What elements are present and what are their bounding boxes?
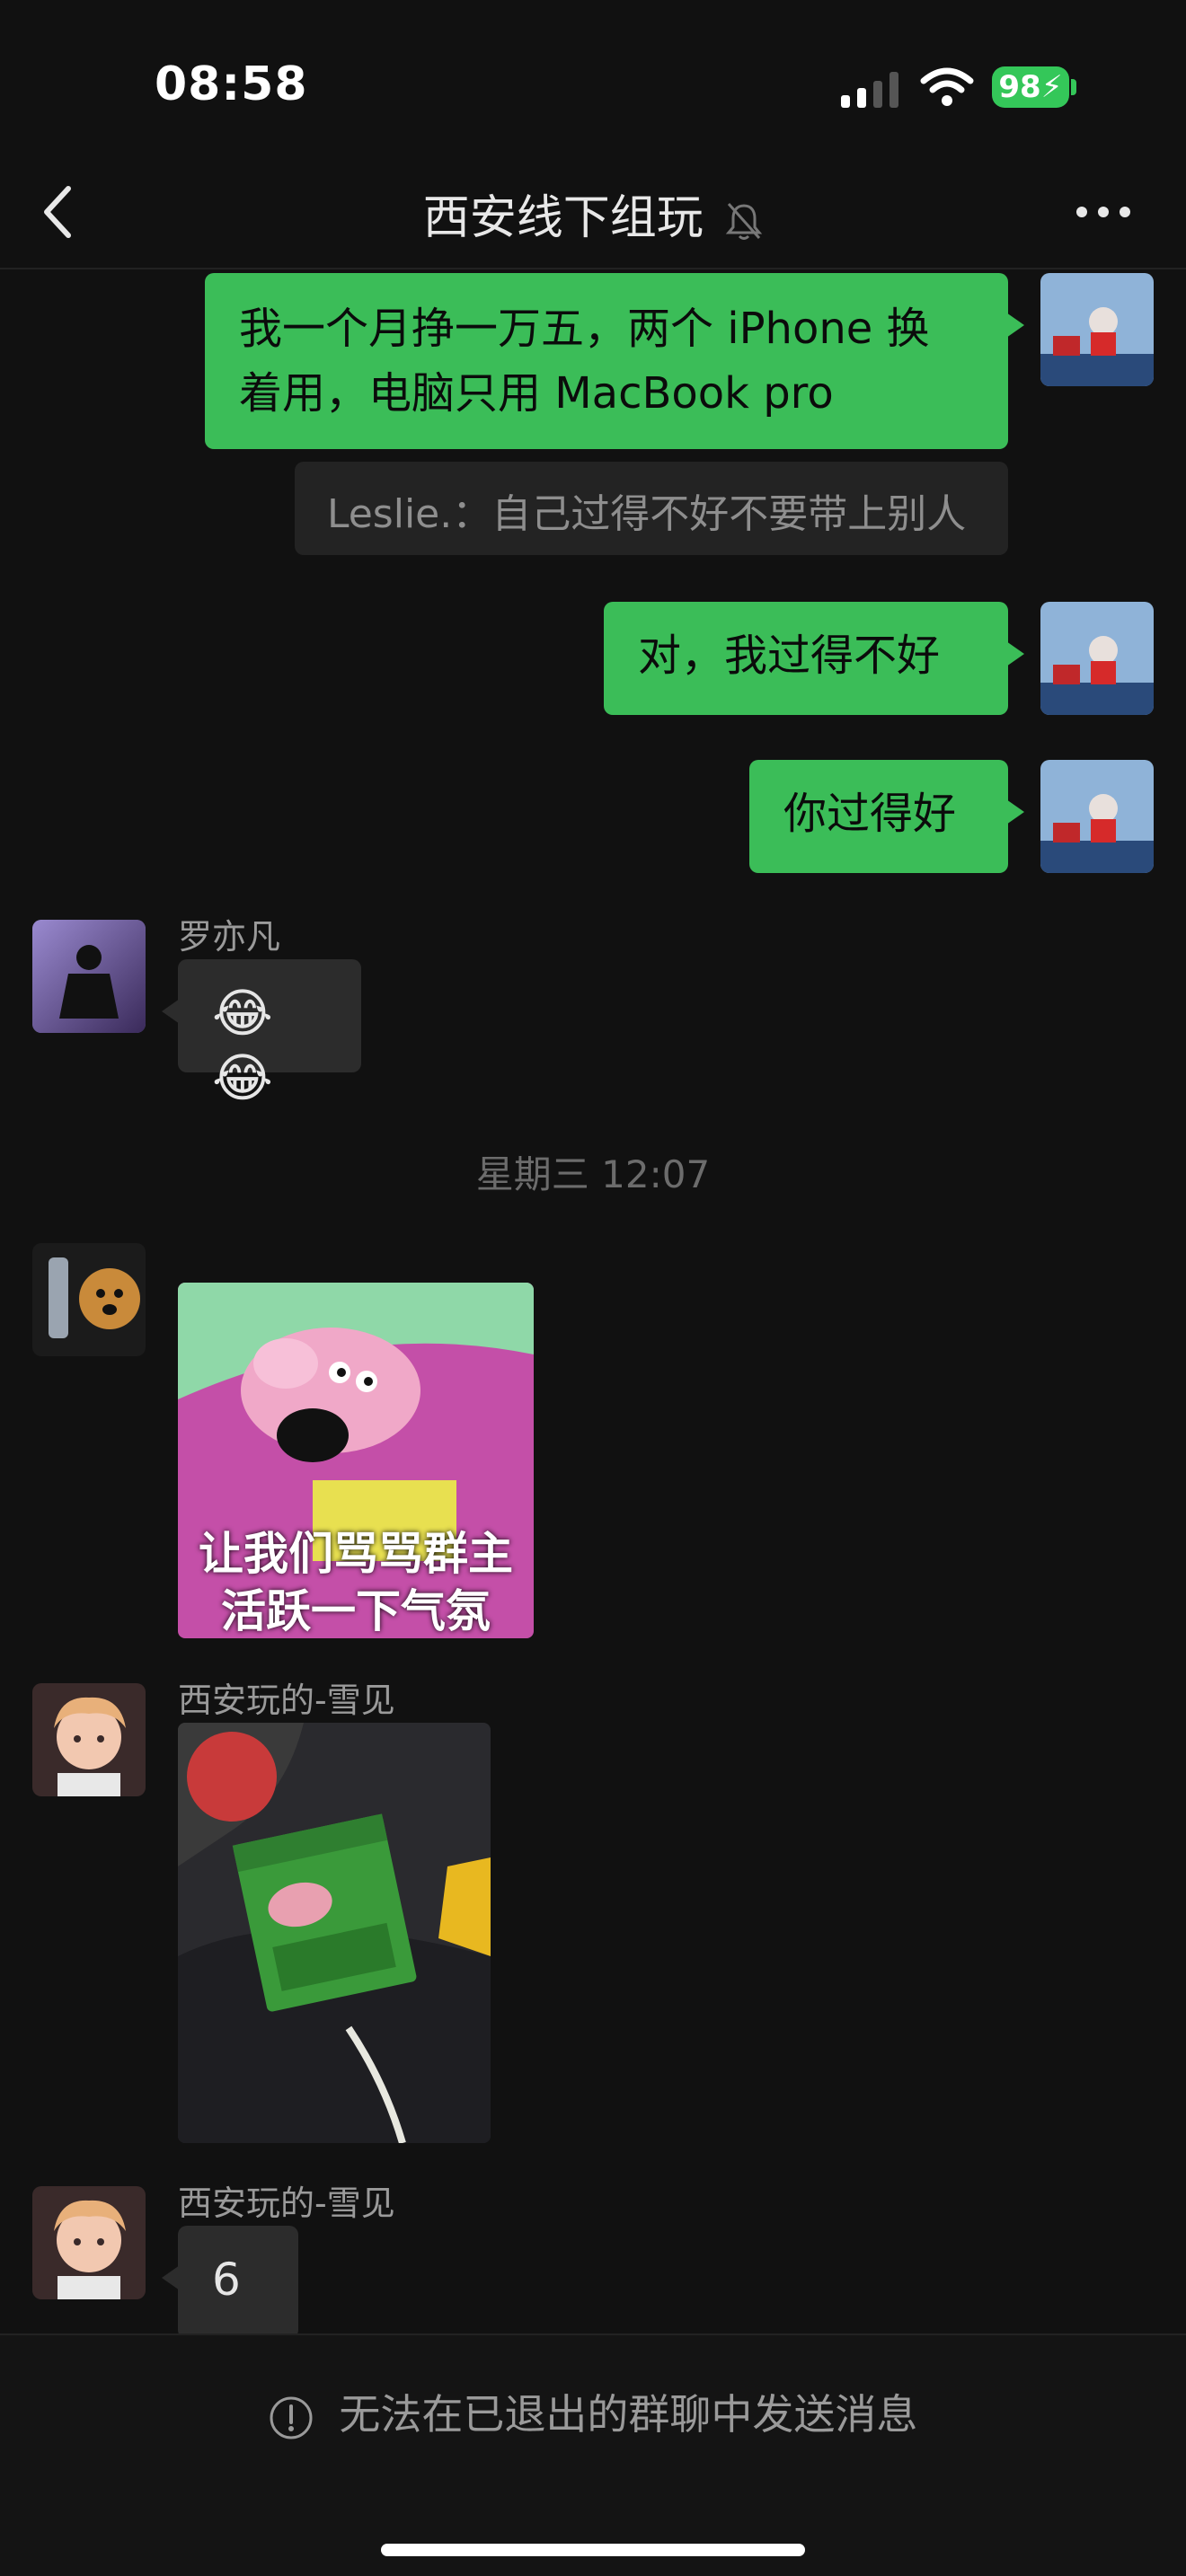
quoted-message[interactable]: Leslie.：自己过得不好不要带上别人 (295, 462, 1008, 555)
my-avatar[interactable] (1040, 602, 1154, 715)
more-options-icon[interactable] (1075, 205, 1132, 219)
my-message-bubble[interactable]: 你过得好 (749, 760, 1024, 873)
footer-notice-wrap: 无法在已退出的群聊中发送消息 (0, 2382, 1186, 2441)
home-indicator[interactable] (381, 2544, 805, 2556)
my-message-bubble[interactable]: 我一个月挣一万五，两个 iPhone 换 着用，电脑只用 MacBook pro (205, 273, 1024, 449)
sticker-caption: 活跃一下气氛 (221, 1585, 491, 1637)
sender-avatar[interactable] (32, 920, 146, 1033)
wifi-icon (920, 67, 974, 106)
mute-bell-icon (726, 202, 763, 240)
exclamation-circle-icon (270, 2396, 313, 2439)
sender-avatar[interactable] (32, 1243, 146, 1356)
cellular-signal-icon (841, 72, 898, 108)
photo-image[interactable] (178, 1723, 491, 2143)
sender-name: 罗亦凡 (178, 917, 281, 957)
chat-footer: 无法在已退出的群聊中发送消息 (0, 2333, 1186, 2576)
sender-avatar[interactable] (32, 1683, 146, 1796)
chat-title: 西安线下组玩 (422, 191, 704, 245)
battery-cap (1071, 79, 1076, 95)
other-message-bubble[interactable]: 6 (162, 2226, 298, 2339)
status-time: 08:58 (155, 57, 308, 111)
my-message-bubble[interactable]: 对，我过得不好 (604, 602, 1024, 715)
sender-name: 西安玩的-雪见 (178, 2183, 395, 2223)
footer-notice: 无法在已退出的群聊中发送消息 (339, 2390, 918, 2439)
battery-indicator: 98 ⚡ (992, 66, 1069, 108)
message-text-line: 我一个月挣一万五，两个 iPhone 换 (239, 304, 930, 354)
time-divider: 星期三 12:07 (475, 1152, 711, 1196)
sender-avatar[interactable] (32, 2186, 146, 2299)
chat-title-wrap: 西安线下组玩 (0, 180, 1186, 247)
sticker-caption: 让我们骂骂群主 (199, 1528, 513, 1580)
battery-level: 98 (998, 69, 1041, 105)
chat-header: 西安线下组玩 (0, 153, 1186, 269)
my-avatar[interactable] (1040, 273, 1154, 386)
my-avatar[interactable] (1040, 760, 1154, 873)
cigarette-pack-photo (178, 1723, 491, 2143)
other-message-bubble[interactable]: 😂😂 (162, 959, 361, 1108)
sticker-image[interactable]: 让我们骂骂群主 活跃一下气氛 (178, 1283, 534, 1638)
message-text-line: 着用，电脑只用 MacBook pro (239, 368, 834, 419)
sender-name: 西安玩的-雪见 (178, 1681, 395, 1720)
